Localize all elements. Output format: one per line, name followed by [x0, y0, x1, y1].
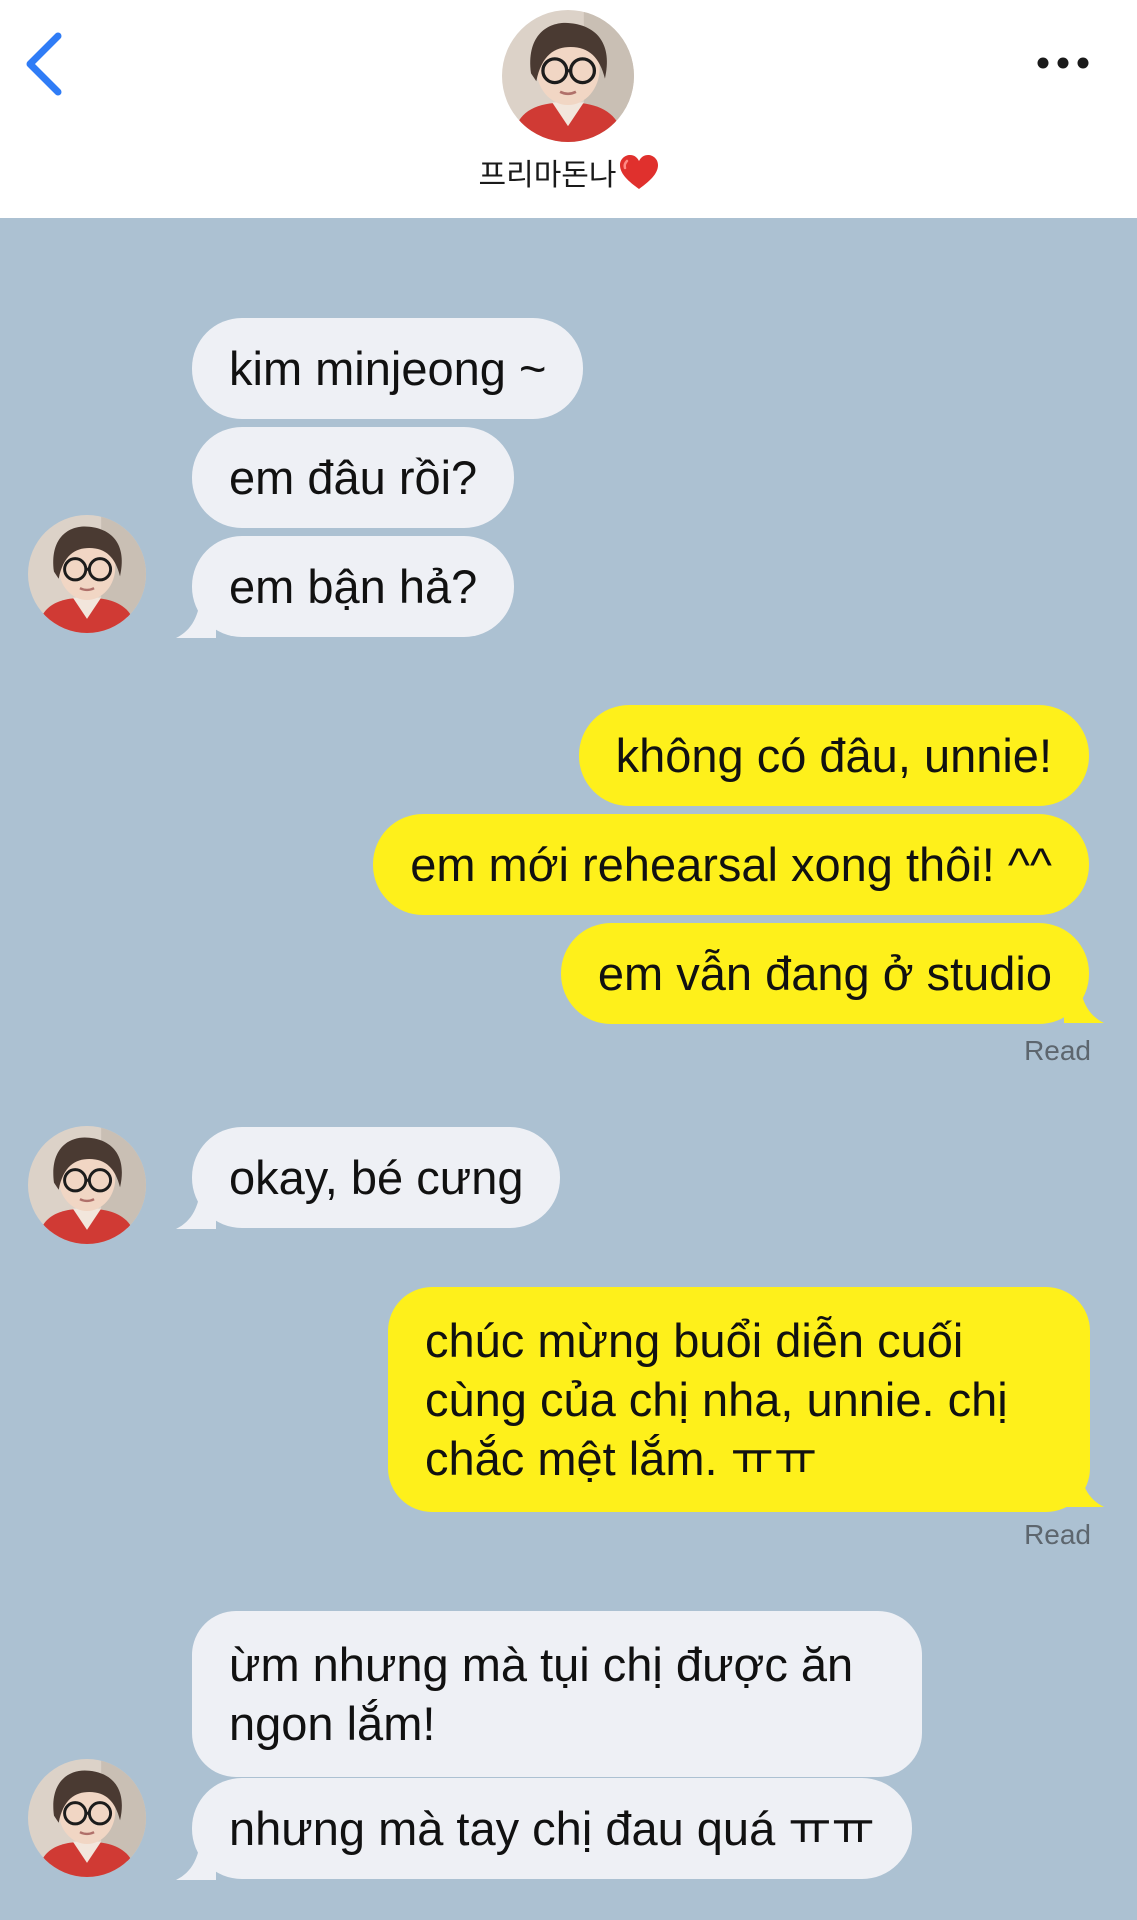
heart-icon: [619, 155, 659, 191]
message-bubble-incoming[interactable]: ừm nhưng mà tụi chị được ăn ngon lắm!: [192, 1611, 922, 1777]
more-horizontal-icon: [1030, 40, 1096, 86]
contact-name-text: 프리마돈나: [478, 158, 617, 193]
chevron-left-icon: [18, 28, 78, 100]
message-bubble-outgoing[interactable]: không có đâu, unnie!: [578, 705, 1089, 806]
chat-header: 프리마돈나: [0, 0, 1137, 218]
message-bubble-incoming[interactable]: nhưng mà tay chị đau quá ㅠㅠ: [192, 1778, 912, 1879]
message-bubble-outgoing[interactable]: chúc mừng buổi diễn cuối cùng của chị nh…: [388, 1287, 1090, 1512]
bubble-tail-incoming: [176, 1177, 216, 1229]
contact-avatar[interactable]: [502, 10, 634, 142]
message-bubble-incoming[interactable]: em đâu rồi?: [192, 427, 515, 528]
back-button[interactable]: [18, 28, 78, 100]
message-bubble-outgoing[interactable]: em vẫn đang ở studio: [560, 923, 1089, 1024]
contact-avatar-small[interactable]: [28, 1759, 146, 1877]
message-bubble-incoming[interactable]: kim minjeong ~: [192, 318, 584, 419]
bubble-tail-incoming: [176, 586, 216, 638]
contact-avatar-small[interactable]: [28, 1126, 146, 1244]
message-bubble-incoming[interactable]: em bận hả?: [192, 536, 515, 637]
message-bubble-outgoing[interactable]: em mới rehearsal xong thôi! ^^: [373, 814, 1089, 915]
read-receipt: Read: [1024, 1035, 1091, 1066]
contact-name: 프리마돈나: [360, 150, 777, 194]
bubble-tail-incoming: [176, 1828, 216, 1880]
read-receipt: Read: [1024, 1519, 1091, 1550]
contact-avatar-small[interactable]: [28, 515, 146, 633]
more-options-button[interactable]: [1030, 40, 1096, 86]
bubble-tail-outgoing: [1064, 971, 1104, 1023]
bubble-tail-outgoing: [1064, 1455, 1104, 1507]
message-bubble-incoming[interactable]: okay, bé cưng: [192, 1127, 561, 1228]
